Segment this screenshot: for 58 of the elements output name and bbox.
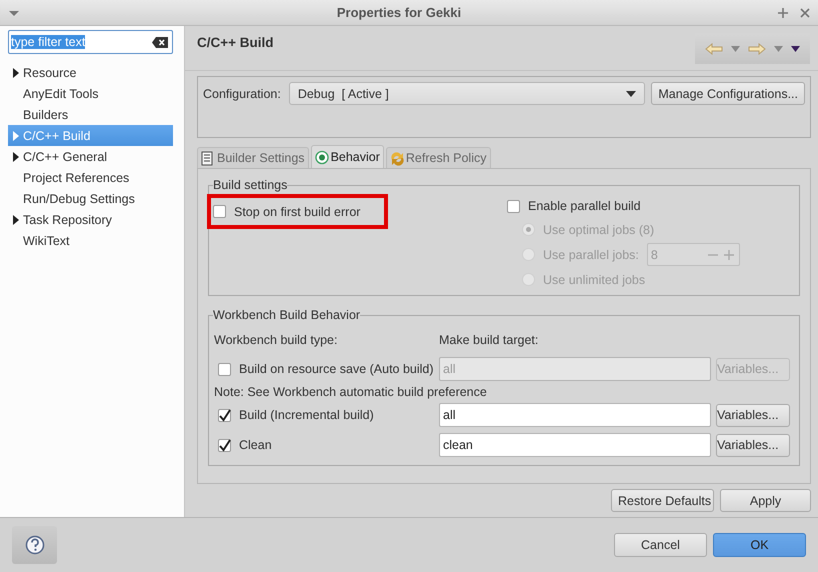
tree-item[interactable]: Run/Debug Settings bbox=[8, 188, 173, 209]
column-label: Make build target: bbox=[439, 332, 540, 349]
tree-item[interactable]: Project References bbox=[8, 167, 173, 188]
page-title: C/C++ Build bbox=[197, 35, 274, 52]
help-button[interactable] bbox=[12, 526, 57, 564]
checkbox[interactable] bbox=[218, 408, 231, 422]
target-field[interactable]: all bbox=[439, 403, 711, 427]
tree-item[interactable]: C/C++ General bbox=[8, 146, 173, 167]
maximize-icon[interactable] bbox=[778, 8, 788, 18]
checkbox[interactable] bbox=[507, 200, 520, 212]
note-text: Note: See Workbench automatic build preference bbox=[214, 384, 488, 400]
group-title: Workbench Build Behavior bbox=[213, 308, 360, 322]
window-title: Properties for Gekki bbox=[336, 5, 462, 20]
manage-configurations-button[interactable]: Manage Configurations... bbox=[651, 82, 805, 105]
back-arrow-icon[interactable] bbox=[705, 42, 723, 54]
clear-icon[interactable] bbox=[152, 36, 168, 48]
group-title: Build settings bbox=[213, 178, 288, 192]
expand-arrow-icon[interactable] bbox=[12, 68, 18, 78]
tree-item[interactable]: WikiText bbox=[8, 230, 173, 251]
checkbox-label: Stop on first build error bbox=[234, 204, 360, 218]
tree-item[interactable]: AnyEdit Tools bbox=[8, 83, 173, 104]
configuration-dropdown[interactable]: Debug [ Active ] bbox=[288, 82, 646, 105]
tab[interactable]: Behavior bbox=[310, 145, 384, 168]
checkbox-label: Enable parallel build bbox=[528, 199, 641, 213]
expand-arrow-icon[interactable] bbox=[12, 152, 18, 162]
forward-arrow-icon[interactable] bbox=[748, 42, 766, 54]
close-icon[interactable] bbox=[800, 8, 810, 18]
cancel-button[interactable]: Cancel bbox=[614, 533, 707, 557]
variables-button[interactable]: Variables... bbox=[716, 404, 790, 426]
tab[interactable]: Builder Settings bbox=[197, 147, 309, 168]
checkbox-label: Build (Incremental build) bbox=[239, 408, 374, 422]
increment-icon[interactable] bbox=[724, 250, 734, 260]
window-menu-icon[interactable] bbox=[8, 8, 20, 16]
dropdown-arrow-icon[interactable] bbox=[626, 90, 636, 96]
radio-label: Use parallel jobs: bbox=[543, 248, 639, 262]
tree-item[interactable]: Resource bbox=[8, 62, 173, 83]
configuration-label: Configuration: bbox=[203, 87, 281, 101]
tab[interactable]: Refresh Policy bbox=[386, 147, 490, 168]
expand-arrow-icon[interactable] bbox=[12, 214, 18, 224]
checkbox[interactable] bbox=[218, 438, 231, 452]
refresh-icon bbox=[390, 150, 404, 166]
radio-label: Use optimal jobs (8) bbox=[543, 222, 654, 236]
restore-defaults-button[interactable]: Restore Defaults bbox=[611, 489, 714, 512]
list-icon bbox=[201, 150, 215, 166]
tree-item[interactable]: Builders bbox=[8, 104, 173, 125]
view-menu-icon[interactable] bbox=[791, 46, 800, 52]
ok-button[interactable]: OK bbox=[713, 533, 806, 557]
checkbox-label: Build on resource save (Auto build) bbox=[239, 362, 434, 376]
tree-item[interactable]: Task Repository bbox=[8, 209, 173, 230]
apply-button[interactable]: Apply bbox=[720, 489, 811, 512]
radio-icon bbox=[314, 150, 329, 164]
target-field[interactable]: clean bbox=[439, 433, 711, 457]
checkbox[interactable] bbox=[213, 205, 226, 218]
radio-label: Use unlimited jobs bbox=[543, 272, 646, 286]
help-icon bbox=[24, 535, 44, 555]
variables-button[interactable]: Variables... bbox=[716, 434, 790, 456]
checkbox-label: Clean bbox=[239, 438, 272, 452]
column-label: Workbench build type: bbox=[214, 332, 338, 349]
